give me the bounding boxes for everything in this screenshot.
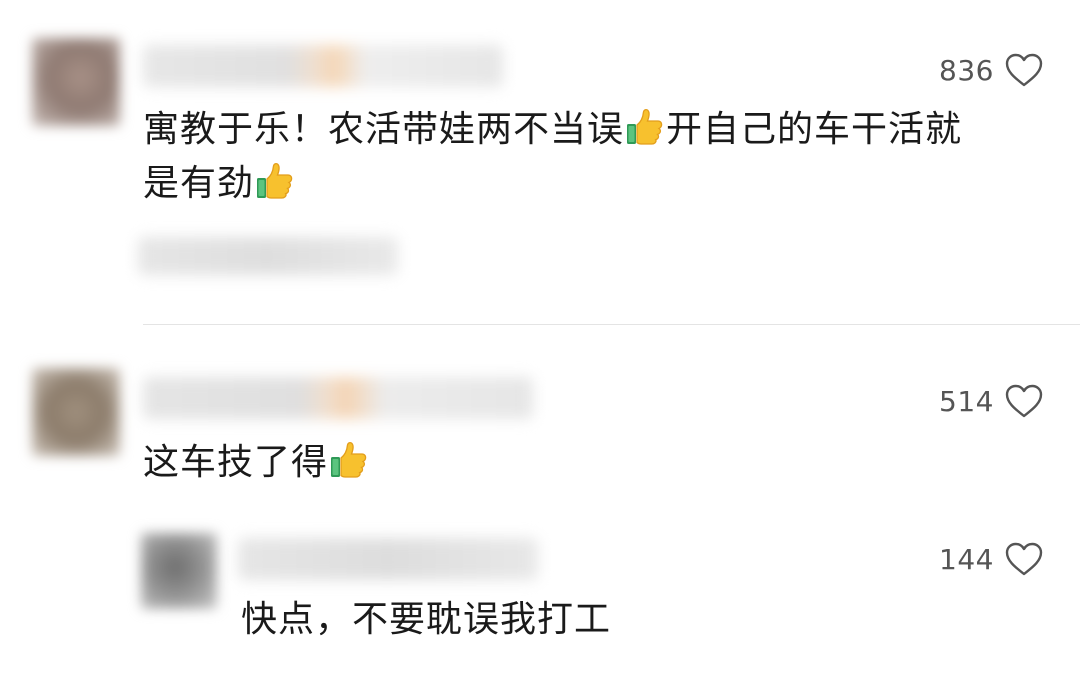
comment-text: 寓教于乐！农活带娃两不当误 开自己的车干活就 是有劲 (143, 107, 963, 204)
reply-avatar[interactable] (141, 533, 217, 609)
heart-outline-icon[interactable] (1004, 383, 1044, 419)
like-count: 144 (939, 542, 994, 576)
like-button[interactable]: 144 (939, 539, 1044, 579)
heart-outline-icon[interactable] (1004, 52, 1044, 88)
comment-text: 这车技了得 (143, 436, 1043, 490)
reply-text: 快点，不要耽误我打工 (241, 599, 612, 640)
like-button[interactable]: 836 (939, 50, 1044, 90)
username[interactable] (143, 377, 533, 419)
reply-username[interactable] (238, 538, 538, 580)
thumbs-up-icon (329, 440, 369, 480)
thumbs-up-icon (625, 107, 665, 147)
username[interactable] (143, 45, 503, 87)
avatar[interactable] (32, 38, 120, 126)
like-button[interactable]: 514 (939, 381, 1044, 421)
like-count: 514 (939, 384, 994, 418)
thumbs-up-icon (255, 161, 295, 201)
avatar[interactable] (32, 368, 120, 456)
heart-outline-icon[interactable] (1004, 541, 1044, 577)
like-count: 836 (939, 53, 994, 87)
view-replies-link[interactable] (138, 237, 398, 275)
comment-divider (143, 324, 1080, 325)
